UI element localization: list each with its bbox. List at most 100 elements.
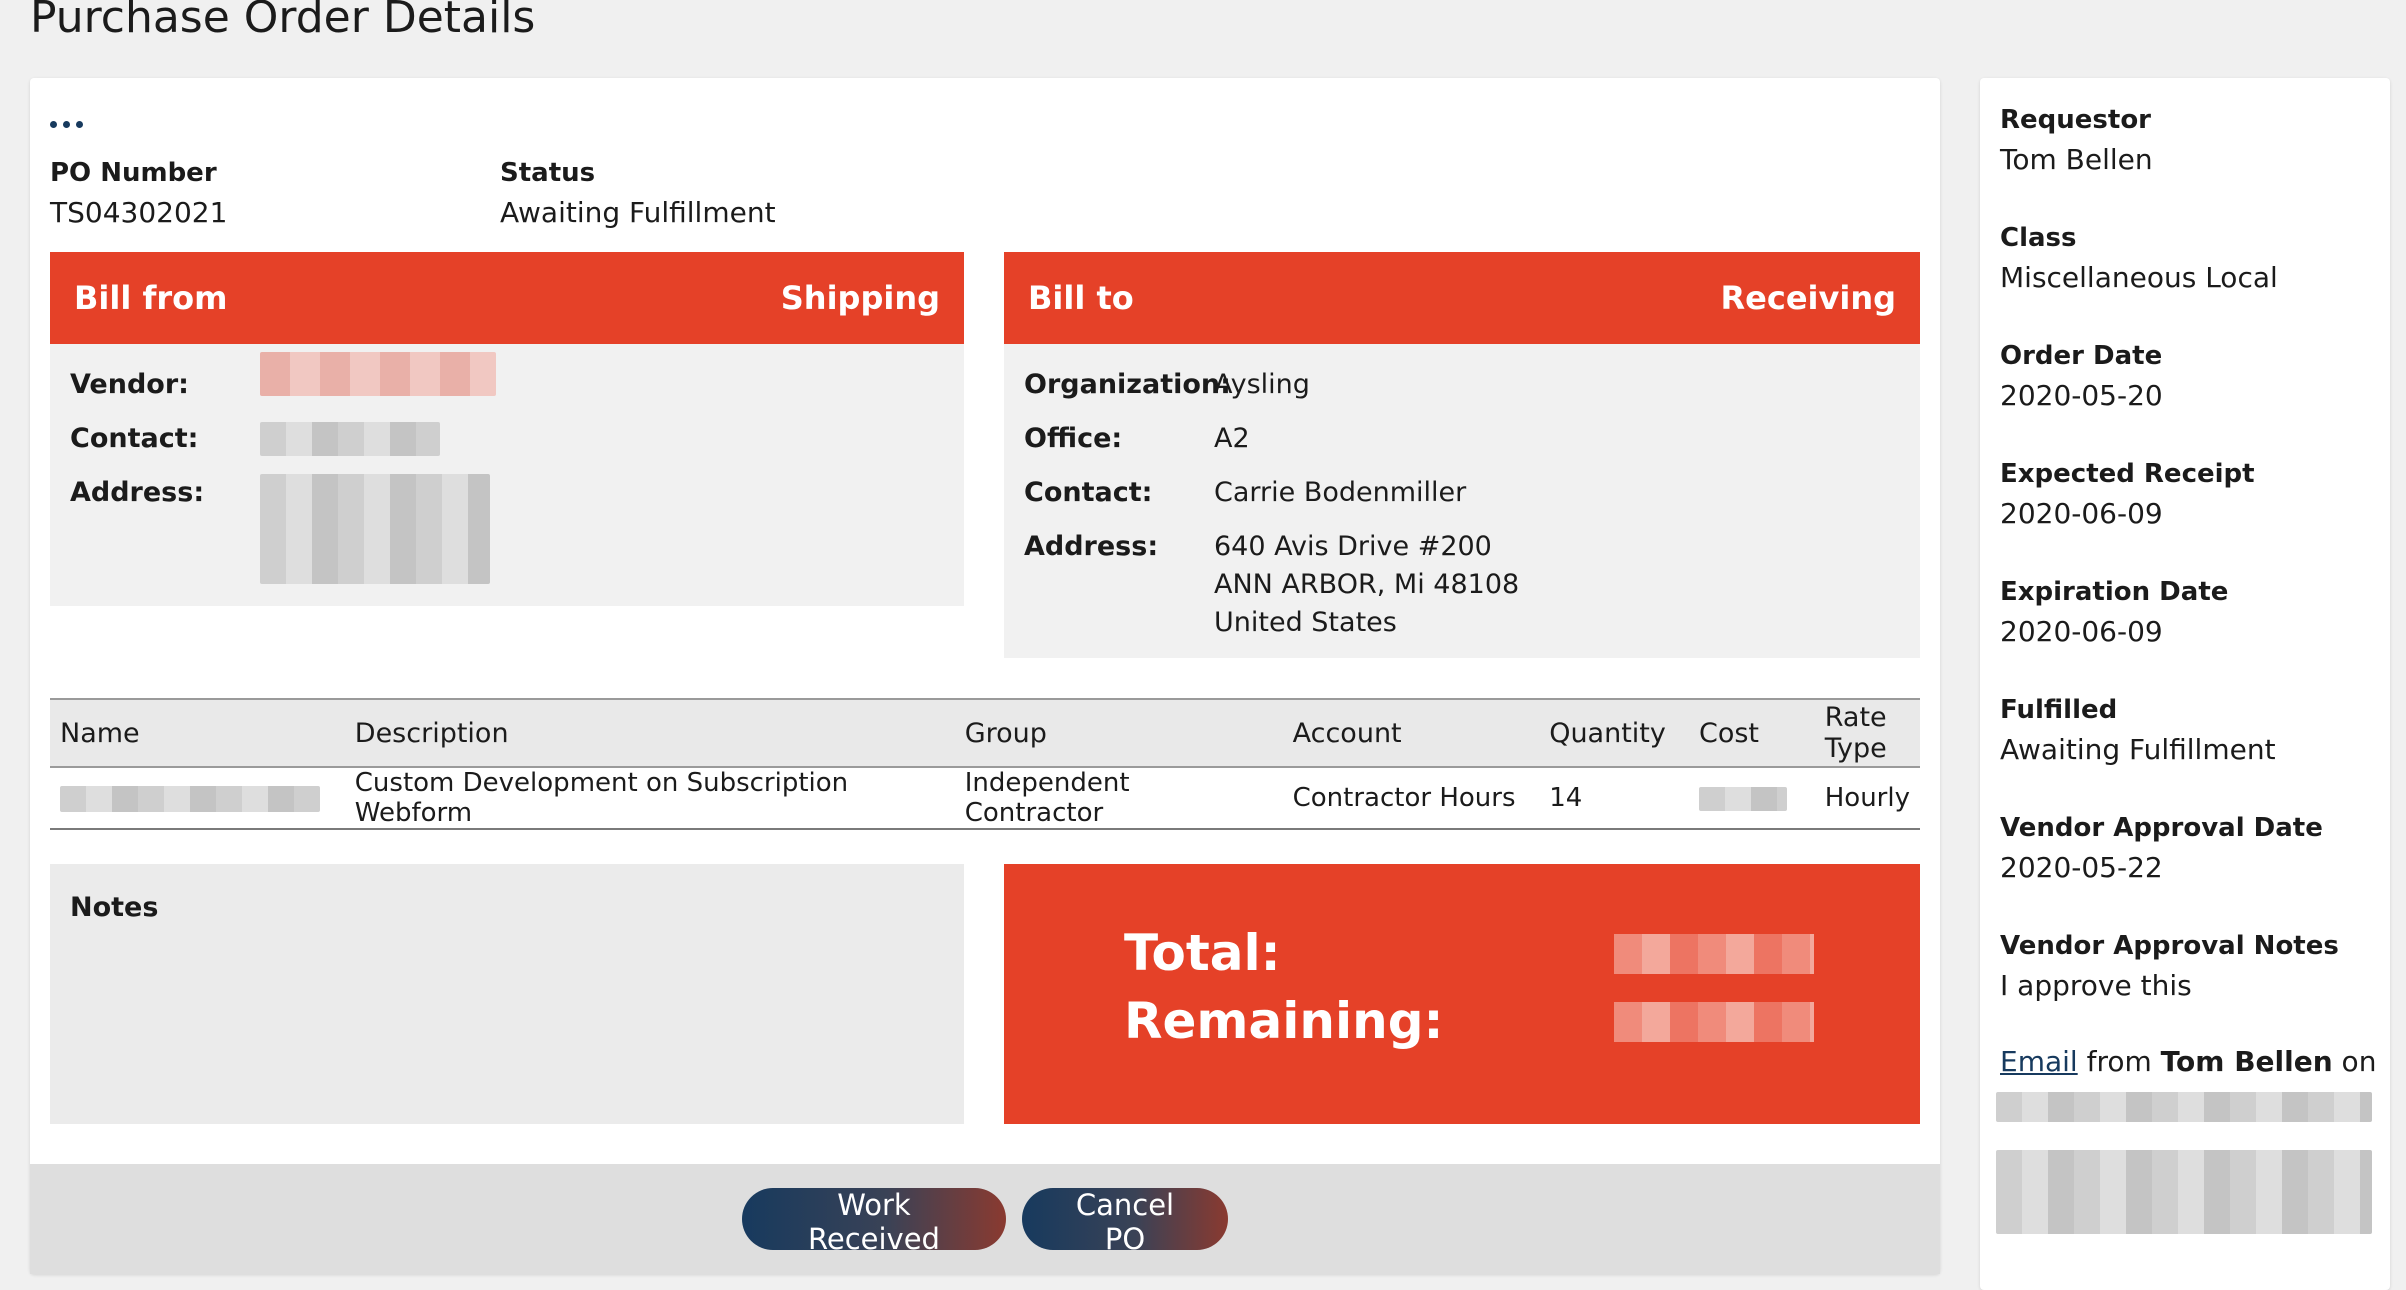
total-value-redacted bbox=[1614, 934, 1814, 974]
shipping-tag: Shipping bbox=[780, 279, 940, 317]
total-label: Total: bbox=[1124, 924, 1281, 982]
status-label: Status bbox=[500, 158, 596, 188]
page-title: Purchase Order Details bbox=[30, 0, 536, 43]
column-header-name: Name bbox=[60, 717, 140, 749]
sidebar-label: Expiration Date bbox=[2000, 577, 2229, 607]
office-label: Office: bbox=[1024, 423, 1123, 454]
item-cost-cell bbox=[1688, 767, 1815, 830]
item-name-redacted bbox=[60, 785, 320, 812]
contact-row: Contact: bbox=[70, 412, 944, 466]
table-row[interactable]: Custom Development on Subscription Webfo… bbox=[50, 767, 1920, 830]
column-header-quantity: Quantity bbox=[1549, 717, 1666, 749]
bill-to-address-value: 640 Avis Drive #200 ANN ARBOR, Mi 48108 … bbox=[1214, 520, 1519, 642]
column-header-rate-type: Rate Type bbox=[1824, 702, 1887, 764]
sidebar-label: Requestor bbox=[2000, 105, 2151, 135]
item-group-cell: Independent Contractor bbox=[954, 767, 1283, 830]
email-body-redacted bbox=[1996, 1150, 2372, 1234]
organization-row: Organization: Aysling bbox=[1024, 358, 1900, 412]
vendor-row: Vendor: bbox=[70, 352, 944, 412]
table-header-row: Name Description Group Account Quantity … bbox=[50, 699, 1920, 767]
email-from-text: from bbox=[2077, 1045, 2161, 1078]
sidebar-value: 2020-06-09 bbox=[2000, 615, 2163, 648]
address-redacted bbox=[260, 474, 490, 584]
sidebar-item-vendor-approval-date: Vendor Approval Date 2020-05-22 bbox=[2000, 808, 2323, 888]
status-value: Awaiting Fulfillment bbox=[500, 196, 776, 229]
column-header-cost: Cost bbox=[1698, 717, 1760, 749]
office-value: A2 bbox=[1214, 423, 1250, 454]
email-link[interactable]: Email bbox=[2000, 1045, 2078, 1078]
email-date-redacted bbox=[1996, 1092, 2372, 1122]
remaining-label: Remaining: bbox=[1124, 992, 1444, 1050]
po-number-value: TS04302021 bbox=[50, 196, 228, 229]
po-number-label: PO Number bbox=[50, 158, 217, 188]
work-received-button[interactable]: Work Received bbox=[742, 1188, 1006, 1256]
email-notice: Email from Tom Bellen on bbox=[2000, 1042, 2376, 1082]
sidebar-value: Tom Bellen bbox=[2000, 143, 2153, 176]
sidebar-label: Expected Receipt bbox=[2000, 459, 2255, 489]
sidebar-label: Vendor Approval Notes bbox=[2000, 931, 2339, 961]
sidebar-label: Class bbox=[2000, 223, 2077, 253]
receiving-tag: Receiving bbox=[1720, 279, 1897, 317]
bill-to-contact-value: Carrie Bodenmiller bbox=[1214, 477, 1467, 508]
remaining-value-redacted bbox=[1614, 1002, 1814, 1042]
bill-from-header: Bill from Shipping bbox=[50, 252, 964, 344]
address-row: Address: bbox=[70, 466, 944, 584]
organization-value: Aysling bbox=[1214, 369, 1310, 400]
status-block: Status Awaiting Fulfillment bbox=[500, 154, 776, 234]
bill-to-address-row: Address: 640 Avis Drive #200 ANN ARBOR, … bbox=[1024, 520, 1900, 642]
item-rate-type-cell: Hourly bbox=[1814, 767, 1920, 830]
bill-from-title: Bill from bbox=[74, 279, 228, 317]
sidebar-value: 2020-06-09 bbox=[2000, 497, 2163, 530]
item-name-cell bbox=[50, 767, 345, 830]
item-description-cell: Custom Development on Subscription Webfo… bbox=[344, 767, 955, 830]
office-row: Office: A2 bbox=[1024, 412, 1900, 466]
address-label: Address: bbox=[70, 477, 205, 508]
vendor-label: Vendor: bbox=[70, 369, 189, 400]
bill-from-panel: Bill from Shipping Vendor: Contact: Addr… bbox=[50, 252, 964, 606]
sidebar-item-expected-receipt: Expected Receipt 2020-06-09 bbox=[2000, 454, 2255, 534]
address-line-2: ANN ARBOR, Mi 48108 bbox=[1214, 569, 1520, 600]
column-header-group: Group bbox=[964, 717, 1047, 749]
address-line-3: United States bbox=[1214, 607, 1397, 638]
action-footer: Work Received Cancel PO bbox=[30, 1164, 1940, 1274]
po-details-card: PO Number TS04302021 Status Awaiting Ful… bbox=[30, 78, 1940, 1274]
sidebar-value: 2020-05-22 bbox=[2000, 851, 2163, 884]
sidebar-item-requestor: Requestor Tom Bellen bbox=[2000, 100, 2153, 180]
email-sender: Tom Bellen bbox=[2160, 1045, 2333, 1078]
sidebar-item-vendor-approval-notes: Vendor Approval Notes I approve this bbox=[2000, 926, 2339, 1006]
bill-to-header: Bill to Receiving bbox=[1004, 252, 1920, 344]
sidebar-value: 2020-05-20 bbox=[2000, 379, 2163, 412]
notes-panel: Notes bbox=[50, 864, 964, 1124]
organization-label: Organization: bbox=[1024, 369, 1231, 400]
bill-to-contact-label: Contact: bbox=[1024, 477, 1153, 508]
column-header-description: Description bbox=[354, 717, 509, 749]
address-line-1: 640 Avis Drive #200 bbox=[1214, 531, 1492, 562]
item-cost-redacted bbox=[1698, 786, 1787, 811]
sidebar-label: Fulfilled bbox=[2000, 695, 2118, 725]
sidebar-item-class: Class Miscellaneous Local bbox=[2000, 218, 2278, 298]
cancel-po-button[interactable]: Cancel PO bbox=[1022, 1188, 1228, 1256]
sidebar-value: Awaiting Fulfillment bbox=[2000, 733, 2276, 766]
vendor-redacted bbox=[260, 352, 496, 396]
bill-to-address-label: Address: bbox=[1024, 531, 1159, 562]
column-header-account: Account bbox=[1292, 717, 1402, 749]
item-quantity-cell: 14 bbox=[1539, 767, 1689, 830]
item-account-cell: Contractor Hours bbox=[1282, 767, 1540, 830]
sidebar-label: Vendor Approval Date bbox=[2000, 813, 2323, 843]
contact-redacted bbox=[260, 422, 440, 456]
email-on-text: on bbox=[2332, 1045, 2377, 1078]
notes-label: Notes bbox=[70, 892, 159, 923]
sidebar-item-order-date: Order Date 2020-05-20 bbox=[2000, 336, 2163, 416]
sidebar-value: I approve this bbox=[2000, 969, 2192, 1002]
more-options-icon[interactable] bbox=[50, 112, 100, 136]
line-items-table: Name Description Group Account Quantity … bbox=[50, 698, 1920, 830]
bill-to-contact-row: Contact: Carrie Bodenmiller bbox=[1024, 466, 1900, 520]
sidebar-item-fulfilled: Fulfilled Awaiting Fulfillment bbox=[2000, 690, 2276, 770]
bill-to-panel: Bill to Receiving Organization: Aysling … bbox=[1004, 252, 1920, 658]
contact-label: Contact: bbox=[70, 423, 199, 454]
sidebar-label: Order Date bbox=[2000, 341, 2163, 371]
sidebar-item-expiration-date: Expiration Date 2020-06-09 bbox=[2000, 572, 2228, 652]
bill-to-title: Bill to bbox=[1028, 279, 1134, 317]
po-sidebar: Requestor Tom Bellen Class Miscellaneous… bbox=[1980, 78, 2390, 1290]
po-number-block: PO Number TS04302021 bbox=[50, 154, 227, 234]
